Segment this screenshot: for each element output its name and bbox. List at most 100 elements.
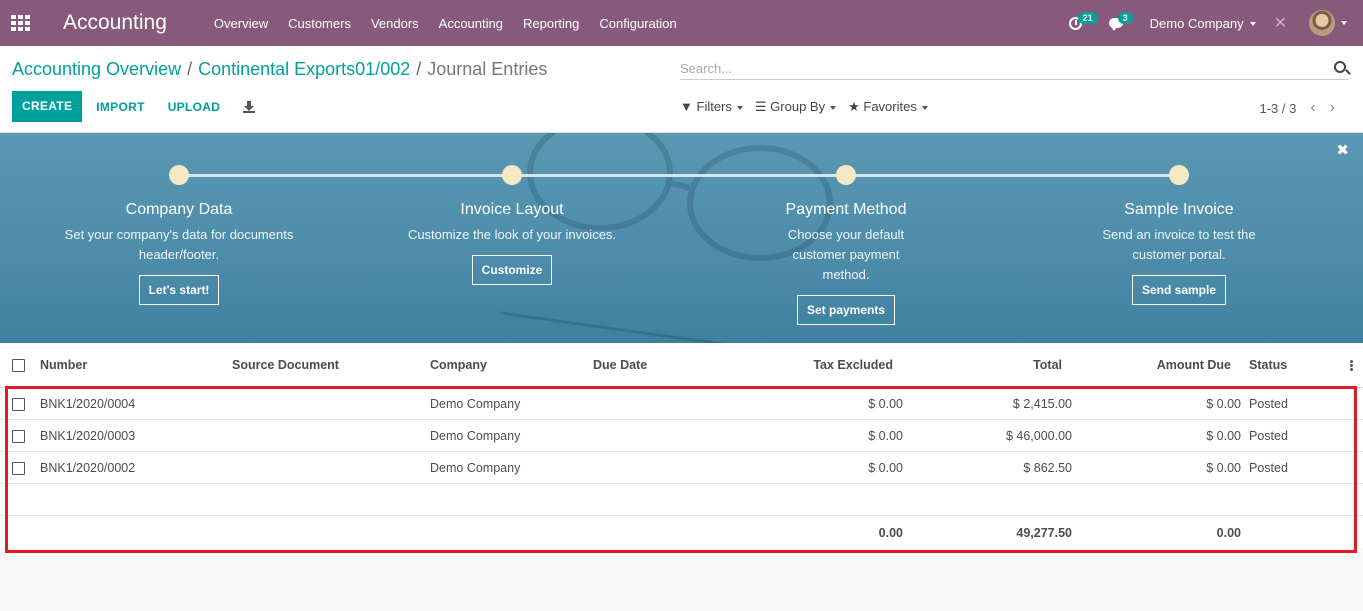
select-all-checkbox[interactable] (12, 359, 25, 372)
search-input[interactable] (680, 58, 1320, 78)
row-checkbox[interactable] (12, 398, 25, 411)
upload-button[interactable]: UPLOAD (168, 100, 220, 114)
table-row[interactable]: BNK1/2020/0004 Demo Company $ 0.00 $ 2,4… (0, 388, 1363, 420)
cell-status: Posted (1249, 461, 1288, 475)
cell-company: Demo Company (430, 397, 521, 411)
cell-number: BNK1/2020/0002 (40, 461, 136, 475)
header-total[interactable]: Total (900, 358, 1062, 372)
messages-button[interactable]: 3 (1096, 0, 1136, 46)
breadcrumb-journal[interactable]: Continental Exports01/002 (198, 59, 410, 79)
download-icon[interactable] (243, 100, 256, 113)
breadcrumb-accounting-overview[interactable]: Accounting Overview (12, 59, 181, 79)
send-sample-button[interactable]: Send sample (1131, 275, 1227, 305)
row-checkbox[interactable] (12, 462, 25, 475)
cell-status: Posted (1249, 397, 1288, 411)
chevron-down-icon (736, 105, 743, 110)
activity-button[interactable]: 21 (1056, 0, 1098, 46)
debug-icon[interactable]: ✕ (1274, 13, 1287, 33)
empty-row (0, 484, 1363, 516)
menu-overview[interactable]: Overview (214, 16, 268, 31)
cell-company: Demo Company (430, 461, 521, 475)
menu-configuration[interactable]: Configuration (599, 16, 676, 31)
search-options: ▼ Filters ☰ Group By ★ Favorites (680, 99, 940, 115)
header-number[interactable]: Number (40, 358, 87, 372)
breadcrumb: Accounting Overview / Continental Exports0… (12, 59, 547, 80)
table-row[interactable]: BNK1/2020/0003 Demo Company $ 0.00 $ 46,… (0, 420, 1363, 452)
set-payments-button[interactable]: Set payments (796, 295, 896, 325)
chevron-down-icon[interactable] (1341, 21, 1347, 25)
list-icon: ☰ (754, 99, 767, 114)
user-avatar[interactable] (1309, 10, 1335, 36)
step-description: Choose your default customer payment met… (787, 227, 905, 282)
cell-total: $ 2,415.00 (1012, 397, 1072, 411)
search-bar (680, 58, 1348, 80)
cell-tax-excluded: $ 0.00 (868, 461, 903, 475)
step-dot (836, 165, 856, 185)
step-dot (1169, 165, 1189, 185)
lets-start-button[interactable]: Let's start! (138, 275, 220, 305)
chevron-down-icon (921, 105, 928, 110)
menu-reporting[interactable]: Reporting (523, 16, 579, 31)
menu-vendors[interactable]: Vendors (371, 16, 419, 31)
step-title: Sample Invoice (1124, 201, 1234, 218)
column-options-icon[interactable] (1350, 360, 1353, 371)
chevron-down-icon (830, 105, 837, 110)
filter-icon: ▼ (680, 99, 693, 114)
customize-button[interactable]: Customize (471, 255, 553, 285)
onboarding-banner: ✖ Company Data Set your company's data f… (0, 133, 1363, 343)
step-title: Invoice Layout (460, 201, 564, 218)
favorites-dropdown[interactable]: ★ Favorites (848, 99, 928, 115)
cell-amount-due: $ 0.00 (1206, 429, 1241, 443)
app-brand[interactable]: Accounting (63, 11, 167, 35)
control-panel: Accounting Overview / Continental Exports0… (0, 46, 1363, 133)
step-description: Set your company's data for documents he… (64, 227, 294, 262)
breadcrumb-separator: / (187, 59, 193, 79)
step-invoice-layout: Invoice Layout Customize the look of you… (397, 165, 627, 285)
star-icon: ★ (848, 99, 860, 114)
import-button[interactable]: IMPORT (96, 100, 144, 114)
cell-total: $ 46,000.00 (1005, 429, 1072, 443)
row-checkbox[interactable] (12, 430, 25, 443)
search-icon[interactable] (1334, 61, 1346, 73)
header-status[interactable]: Status (1249, 358, 1287, 372)
step-sample-invoice: Sample Invoice Send an invoice to test t… (1064, 165, 1294, 305)
header-source-document[interactable]: Source Document (232, 358, 339, 372)
cell-number: BNK1/2020/0004 (40, 397, 136, 411)
activity-count-badge: 21 (1077, 12, 1098, 24)
filters-dropdown[interactable]: ▼ Filters (680, 99, 743, 115)
close-icon[interactable]: ✖ (1336, 141, 1349, 159)
total-tax-excluded: 0.00 (878, 526, 903, 540)
table-row[interactable]: BNK1/2020/0002 Demo Company $ 0.00 $ 862… (0, 452, 1363, 484)
cell-tax-excluded: $ 0.00 (868, 397, 903, 411)
step-description: Customize the look of your invoices. (407, 227, 617, 242)
step-company-data: Company Data Set your company's data for… (64, 165, 294, 305)
pager: 1-3 / 3 ‹ › (1259, 99, 1335, 117)
step-description: Send an invoice to test the customer por… (1102, 227, 1256, 262)
favorites-label: Favorites (863, 99, 917, 114)
action-buttons: CREATE IMPORT UPLOAD (12, 91, 256, 122)
group-by-dropdown[interactable]: ☰ Group By (754, 99, 837, 115)
progress-line (179, 174, 1179, 177)
systray: 21 3 Demo Company ✕ (1056, 0, 1363, 46)
main-menu: Overview Customers Vendors Accounting Re… (214, 16, 697, 31)
chevron-right-icon[interactable]: › (1330, 99, 1335, 117)
apps-menu-icon[interactable] (11, 15, 31, 31)
message-count-badge: 3 (1117, 12, 1133, 24)
company-name: Demo Company (1149, 15, 1244, 31)
header-due-date[interactable]: Due Date (593, 358, 647, 372)
pager-value[interactable]: 1-3 / 3 (1259, 101, 1296, 116)
group-by-label: Group By (770, 99, 826, 114)
create-button[interactable]: CREATE (12, 91, 83, 122)
total-amount-due: 0.00 (1216, 526, 1241, 540)
chevron-left-icon[interactable]: ‹ (1310, 99, 1315, 117)
header-tax-excluded[interactable]: Tax Excluded (740, 358, 893, 372)
menu-accounting[interactable]: Accounting (439, 16, 503, 31)
header-company[interactable]: Company (430, 358, 487, 372)
total-amount: 49,277.50 (1016, 526, 1072, 540)
menu-customers[interactable]: Customers (288, 16, 351, 31)
breadcrumb-current: Journal Entries (427, 59, 548, 79)
header-amount-due[interactable]: Amount Due (1080, 358, 1231, 372)
cell-amount-due: $ 0.00 (1206, 397, 1241, 411)
company-switcher[interactable]: Demo Company (1150, 16, 1256, 31)
cell-number: BNK1/2020/0003 (40, 429, 136, 443)
